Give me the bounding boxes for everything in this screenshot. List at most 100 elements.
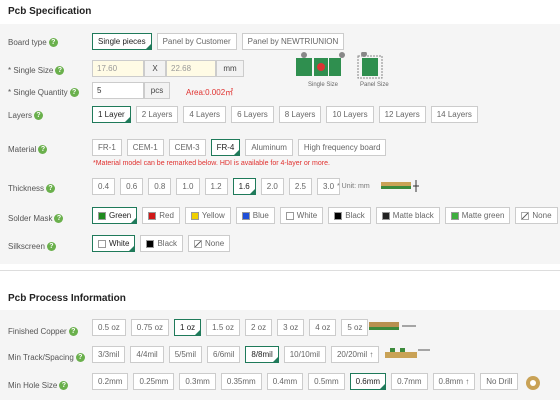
- option-hole-opts-8[interactable]: 0.8mm ↑: [432, 373, 476, 390]
- option-thk-opts-1[interactable]: 0.6: [120, 178, 144, 195]
- option-layer-opts-1[interactable]: 2 Layers: [135, 106, 179, 123]
- option-cu-opts-4[interactable]: 2 oz: [244, 319, 273, 336]
- option-mask-opts-7[interactable]: Matte green: [444, 207, 511, 224]
- help-icon[interactable]: ?: [59, 381, 69, 390]
- option-trk-opts-1[interactable]: 4/4mil: [130, 346, 164, 363]
- color-swatch-icon: [450, 211, 459, 220]
- option-mask-opts-0[interactable]: Green: [92, 207, 138, 224]
- option-mat-opts-0[interactable]: FR-1: [92, 139, 122, 156]
- option-mask-opts-2[interactable]: Yellow: [184, 207, 231, 224]
- option-thk-opts-7[interactable]: 2.5: [288, 178, 312, 195]
- option-mat-opts-5[interactable]: High frequency board: [297, 139, 387, 156]
- size-width-input[interactable]: 17.60: [92, 60, 144, 77]
- help-icon[interactable]: ?: [46, 184, 56, 193]
- silkscreen-label: Silkscreen?: [8, 242, 56, 251]
- option-trk-opts-6[interactable]: 20/20mil ↑: [330, 346, 380, 363]
- option-cu-opts-5[interactable]: 3 oz: [277, 319, 305, 336]
- panel-size-caption: Panel Size: [360, 82, 389, 88]
- option-cu-opts-3[interactable]: 1.5 oz: [206, 319, 240, 336]
- option-silk-opts-1[interactable]: Black: [140, 235, 184, 252]
- option-trk-opts-0[interactable]: 3/3mil: [92, 346, 126, 363]
- option-mask-opts-3[interactable]: Blue: [235, 207, 275, 224]
- option-mat-opts-3[interactable]: FR-4: [210, 139, 241, 156]
- option-mask-opts-5[interactable]: Black: [328, 207, 371, 224]
- option-hole-opts-0[interactable]: 0.2mm: [92, 373, 129, 390]
- help-icon[interactable]: ?: [54, 214, 64, 223]
- option-thk-opts-5[interactable]: 1.6: [232, 178, 256, 195]
- size-x-separator: X: [144, 60, 166, 77]
- option-mat-opts-1[interactable]: CEM-1: [126, 139, 164, 156]
- copper-illustration: [369, 322, 416, 330]
- option-trk-opts-2[interactable]: 5/5mil: [168, 346, 203, 363]
- help-icon[interactable]: ?: [69, 88, 79, 97]
- single-quantity-label: * Single Quantity?: [8, 88, 79, 97]
- option-mask-opts-1[interactable]: Red: [142, 207, 180, 224]
- quantity-input[interactable]: 5: [92, 82, 144, 99]
- thickness-label: Thickness?: [8, 184, 56, 193]
- help-icon[interactable]: ?: [34, 111, 44, 120]
- option-layer-opts-7[interactable]: 14 Layers: [430, 106, 478, 123]
- option-layer-opts-6[interactable]: 12 Layers: [378, 106, 426, 123]
- option-thk-opts-4[interactable]: 1.2: [204, 178, 228, 195]
- option-layer-opts-4[interactable]: 8 Layers: [278, 106, 322, 123]
- option-label: White: [296, 211, 318, 220]
- option-cu-opts-1[interactable]: 0.75 oz: [130, 319, 170, 336]
- color-swatch-icon: [381, 211, 390, 220]
- option-layer-opts-5[interactable]: 10 Layers: [326, 106, 374, 123]
- min-track-label: Min Track/Spacing?: [8, 353, 85, 362]
- board-type-options: Single pieces Panel by Customer Panel by N…: [92, 33, 345, 50]
- option-layer-opts-0[interactable]: 1 Layer: [92, 106, 131, 123]
- hole-options: 0.2mm 0.25mm 0.3mm 0.35mm 0.4mm 0.5mm 0.6mm 0.7…: [92, 373, 519, 390]
- option-board-opts-2[interactable]: Panel by NEWTRIUNION: [241, 33, 345, 50]
- option-mask-opts-8[interactable]: None: [515, 207, 558, 224]
- option-hole-opts-6[interactable]: 0.6mm: [349, 373, 387, 390]
- option-trk-opts-4[interactable]: 8/8mil: [245, 346, 280, 363]
- solder-mask-options: Green Red Yellow Blue White Black Matte black M…: [92, 207, 558, 224]
- option-thk-opts-2[interactable]: 0.8: [148, 178, 172, 195]
- color-swatch-icon: [285, 211, 294, 220]
- option-silk-opts-0[interactable]: White: [92, 235, 136, 252]
- option-trk-opts-3[interactable]: 6/6mil: [207, 346, 241, 363]
- option-cu-opts-0[interactable]: 0.5 oz: [92, 319, 126, 336]
- help-icon[interactable]: ?: [55, 66, 65, 75]
- color-swatch-icon: [148, 211, 157, 220]
- option-cu-opts-2[interactable]: 1 oz: [174, 319, 202, 336]
- help-icon[interactable]: ?: [46, 242, 56, 251]
- option-cu-opts-7[interactable]: 5 oz: [341, 319, 369, 336]
- option-thk-opts-6[interactable]: 2.0: [260, 178, 284, 195]
- help-icon[interactable]: ?: [68, 327, 78, 336]
- option-hole-opts-1[interactable]: 0.25mm: [133, 373, 175, 390]
- size-height-input[interactable]: 22.68: [166, 60, 216, 77]
- option-label: Black: [345, 211, 365, 220]
- option-label: Matte green: [461, 211, 505, 220]
- option-layer-opts-3[interactable]: 6 Layers: [231, 106, 274, 123]
- option-hole-opts-2[interactable]: 0.3mm: [179, 373, 216, 390]
- help-icon[interactable]: ?: [48, 38, 58, 47]
- option-silk-opts-2[interactable]: None: [188, 235, 231, 252]
- option-trk-opts-5[interactable]: 10/10mil: [283, 346, 326, 363]
- help-icon[interactable]: ?: [38, 145, 48, 154]
- option-hole-opts-5[interactable]: 0.5mm: [308, 373, 345, 390]
- size-unit: mm: [216, 60, 244, 77]
- spec-section-title: Pcb Specification: [8, 6, 92, 17]
- option-layer-opts-2[interactable]: 4 Layers: [183, 106, 227, 123]
- option-board-opts-0[interactable]: Single pieces: [92, 33, 152, 50]
- finished-copper-label: Finished Copper?: [8, 327, 78, 336]
- option-hole-opts-3[interactable]: 0.35mm: [220, 373, 262, 390]
- option-thk-opts-0[interactable]: 0.4: [92, 178, 116, 195]
- option-label: None: [532, 211, 552, 220]
- option-hole-opts-4[interactable]: 0.4mm: [266, 373, 304, 390]
- option-cu-opts-6[interactable]: 4 oz: [309, 319, 337, 336]
- color-swatch-icon: [194, 239, 203, 248]
- option-hole-opts-7[interactable]: 0.7mm: [391, 373, 428, 390]
- material-options: FR-1 CEM-1 CEM-3 FR-4 Aluminum High frequency…: [92, 139, 387, 156]
- option-mask-opts-6[interactable]: Matte black: [375, 207, 440, 224]
- option-mat-opts-4[interactable]: Aluminum: [245, 139, 293, 156]
- option-thk-opts-3[interactable]: 1.0: [176, 178, 200, 195]
- option-hole-opts-9[interactable]: No Drill: [480, 373, 519, 390]
- help-icon[interactable]: ?: [75, 353, 85, 362]
- thickness-options: 0.4 0.6 0.8 1.0 1.2 1.6 2.0 2.5 3.0: [92, 178, 341, 195]
- option-board-opts-1[interactable]: Panel by Customer: [156, 33, 237, 50]
- option-mask-opts-4[interactable]: White: [279, 207, 324, 224]
- option-mat-opts-2[interactable]: CEM-3: [168, 139, 206, 156]
